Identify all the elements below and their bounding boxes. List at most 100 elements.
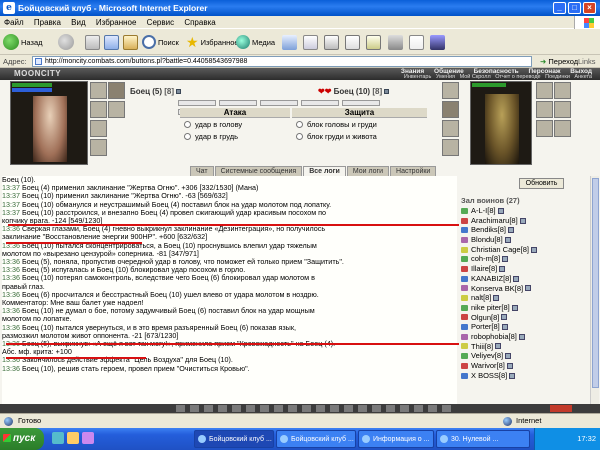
attack-head-option[interactable]: удар в голову [180,118,290,130]
scrollbar[interactable] [590,176,599,404]
menu-edit[interactable]: Правка [30,16,65,29]
forward-button[interactable] [58,32,74,52]
defense-chest-belly-option[interactable]: блок груди и живота [292,130,427,142]
defense-head-chest-option[interactable]: блок головы и груди [292,118,427,130]
tab-my-logs[interactable]: Мои логи [346,166,390,176]
info-icon[interactable] [530,246,537,253]
player-list-item[interactable]: Thiii[8] [461,342,589,352]
item-slot[interactable] [536,120,553,137]
player-list-item[interactable]: Warivor[8] [461,361,589,371]
subnav-scroll[interactable]: Мой Скролл [460,74,491,80]
task-button[interactable]: Информация о ... [358,430,434,448]
info-icon[interactable] [502,256,509,263]
player-list-item[interactable]: coh-m[8] [461,254,589,264]
edit-icon[interactable] [345,35,360,50]
player-list-item[interactable]: nalt[8] [461,293,589,303]
player-list-item[interactable]: nike piter[8] [461,303,589,313]
item-slot[interactable] [442,120,459,137]
info-icon[interactable] [501,314,508,321]
item-slot[interactable] [442,139,459,156]
player-left-name[interactable]: Боец (5) [8] [130,87,182,96]
player-list-item[interactable]: Konserva BK[8] [461,284,589,294]
links-button[interactable]: Links [578,55,596,68]
info-icon[interactable] [497,207,504,214]
back-button[interactable]: Назад [3,32,43,52]
toolbar-extra2-icon[interactable] [430,35,445,50]
refresh-icon[interactable] [104,35,119,50]
home-icon[interactable] [123,35,138,50]
item-slot[interactable] [536,101,553,118]
player-left-portrait[interactable] [10,81,88,165]
item-slot[interactable] [90,120,107,137]
task-button[interactable]: 30. Нулевой ... [436,430,530,448]
player-list-item[interactable]: Blondu[8] [461,235,589,245]
player-list-item[interactable]: A-L-I[8] [461,206,589,216]
favorites-button[interactable]: ★ Избранное [186,32,239,52]
player-list-item[interactable]: robophobia[8] [461,332,589,342]
quicklaunch-icon[interactable] [67,432,79,444]
menu-tools[interactable]: Сервис [143,16,178,29]
info-icon[interactable] [525,285,532,292]
item-slot[interactable] [554,101,571,118]
task-button[interactable]: Бойцовский клуб ... [276,430,356,448]
task-button[interactable]: Бойцовский клуб ... [194,430,274,448]
menu-favorites[interactable]: Избранное [92,16,141,29]
item-slot[interactable] [554,120,571,137]
player-list-item[interactable]: Olgun[8] [461,313,589,323]
item-slot[interactable] [90,82,107,99]
info-icon[interactable] [493,295,500,302]
info-icon[interactable] [505,353,512,360]
menu-view[interactable]: Вид [67,16,89,29]
go-button[interactable]: ➜ Переход [540,55,578,68]
stop-icon[interactable] [85,35,100,50]
subnav-skills[interactable]: Умения [436,74,455,80]
player-list-item[interactable]: Porter[8] [461,322,589,332]
item-slot[interactable] [554,82,571,99]
toolbar-extra-icon[interactable] [409,35,424,50]
player-list-item[interactable]: Bendiks[8] [461,225,589,235]
tab-system[interactable]: Системные сообщения [214,166,303,176]
address-input[interactable]: http://moncity.combats.com/buttons.pl?ba… [32,56,532,67]
item-slot[interactable] [108,101,125,118]
info-icon[interactable] [495,343,502,350]
subnav-fights[interactable]: Поединки [545,74,570,80]
quicklaunch-icon[interactable] [52,432,64,444]
info-icon[interactable] [501,324,508,331]
info-icon[interactable] [518,333,525,340]
quicklaunch-icon[interactable] [82,432,94,444]
player-list-item[interactable]: Arachimaru[8] [461,216,589,226]
history-icon[interactable] [282,35,297,50]
player-right-name[interactable]: ❤❤ Боец (10) [8] [318,87,390,96]
info-icon[interactable] [513,275,520,282]
item-slot[interactable] [442,101,459,118]
start-button[interactable]: пуск [0,428,44,450]
attack-chest-option[interactable]: удар в грудь [180,130,290,142]
close-button[interactable]: × [583,2,596,14]
item-slot[interactable] [108,82,125,99]
item-slot[interactable] [536,82,553,99]
tab-settings[interactable]: Настройки [390,166,437,176]
refresh-button[interactable]: Обновить [519,178,564,189]
subnav-transfer[interactable]: Отчет о переводе [495,74,540,80]
subnav-inventory[interactable]: Инвентарь [404,74,431,80]
info-icon[interactable] [509,372,516,379]
info-icon[interactable] [506,362,513,369]
discuss-icon[interactable] [366,35,381,50]
info-icon[interactable] [519,217,526,224]
info-icon[interactable] [508,227,515,234]
tab-all-logs[interactable]: Все логи [303,166,346,176]
maximize-button[interactable]: □ [568,2,581,14]
minimize-button[interactable]: _ [553,2,566,14]
player-right-portrait[interactable] [470,81,532,165]
player-list-item[interactable]: Illaire[8] [461,264,589,274]
info-icon[interactable] [511,304,518,311]
item-slot[interactable] [442,82,459,99]
item-slot[interactable] [90,139,107,156]
mail-icon[interactable] [303,35,318,50]
item-slot[interactable] [90,101,107,118]
menu-file[interactable]: Файл [0,16,28,29]
player-list-item[interactable]: Christian Cage[8] [461,245,589,255]
info-icon[interactable] [504,236,511,243]
messenger-icon[interactable] [388,35,403,50]
player-list-item[interactable]: KANABIZ[8] [461,274,589,284]
